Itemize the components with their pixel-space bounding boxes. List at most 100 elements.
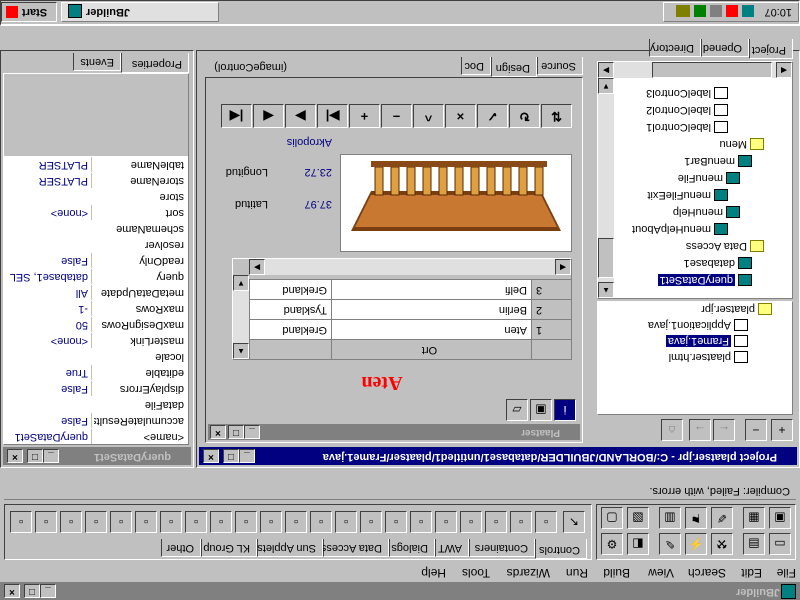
tree-item[interactable]: menuFileExit <box>647 188 728 202</box>
property-row[interactable]: True editable <box>8 363 188 380</box>
scroll-right-icon[interactable]: ▶ <box>249 259 265 275</box>
remove-file-icon[interactable]: − <box>745 419 767 441</box>
editor-tab-design[interactable]: Design <box>491 57 537 77</box>
tab-set-icon[interactable]: ▫ <box>160 511 182 533</box>
bean-icon[interactable]: ◧ <box>627 533 649 555</box>
info-icon[interactable]: i <box>554 399 576 421</box>
property-row[interactable]: False readOnly <box>8 251 188 268</box>
maximize-button[interactable]: □ <box>24 584 40 598</box>
text-area-icon[interactable]: ▫ <box>310 511 332 533</box>
grid-hscroll[interactable]: ◀ ▶ <box>249 259 571 275</box>
scroll-up-icon[interactable]: ▲ <box>598 282 614 298</box>
start-button[interactable]: Start <box>1 2 57 22</box>
grid-cell-country[interactable]: Grekland <box>249 319 331 339</box>
palette-tab-containers[interactable]: Containers <box>469 539 535 557</box>
inspector-close-button[interactable]: × <box>7 449 23 463</box>
locator-icon[interactable]: ▫ <box>260 511 282 533</box>
grid-vscroll[interactable]: ▲ ▼ <box>233 275 249 359</box>
property-value[interactable]: All <box>8 285 92 300</box>
nav-cancel-icon[interactable]: × <box>445 104 476 128</box>
nav-next-icon[interactable]: ▶ <box>285 104 316 128</box>
file-item[interactable]: Frame1.java <box>665 334 748 348</box>
transparent-image-icon[interactable]: ▫ <box>210 511 232 533</box>
tree-item[interactable]: labelControl2 <box>646 103 728 117</box>
property-value[interactable]: <none> <box>8 205 92 220</box>
scroll-down-icon[interactable]: ▼ <box>598 78 614 94</box>
pointer-icon[interactable]: ↖ <box>563 511 585 533</box>
pen-icon[interactable] <box>694 5 706 17</box>
property-row[interactable]: False accumulateResults <box>8 411 188 428</box>
property-value[interactable]: -1 <box>8 301 92 316</box>
tree-item[interactable]: menuBar1 <box>684 154 752 168</box>
compile-icon[interactable]: ⚑ <box>685 507 707 529</box>
property-row[interactable]: dataFile <box>12 395 188 412</box>
property-row[interactable]: -1 maxRows <box>8 299 188 316</box>
scroll-up-icon[interactable]: ▲ <box>233 343 249 359</box>
list-icon[interactable]: ▫ <box>435 511 457 533</box>
calendar-icon[interactable]: ▫ <box>10 511 32 533</box>
radio-icon[interactable]: ▫ <box>110 511 132 533</box>
inspector-tab-events[interactable]: Events <box>73 53 121 71</box>
scroll-left-icon[interactable]: ◀ <box>776 62 792 78</box>
project-tab-opened[interactable]: Opened <box>701 39 749 57</box>
project-maximize-button[interactable]: □ <box>223 449 239 463</box>
network-icon[interactable] <box>742 5 754 17</box>
property-row[interactable]: 50 maxDesignRows <box>8 315 188 332</box>
inspector-maximize-button[interactable]: □ <box>27 449 43 463</box>
palette-tab-dialogs[interactable]: Dialogs <box>389 539 435 557</box>
menu-help[interactable]: Help <box>421 564 446 582</box>
property-row[interactable]: schemaName <box>12 219 188 236</box>
label-icon[interactable]: ▫ <box>460 511 482 533</box>
binary-icon[interactable]: ▧ <box>627 507 649 529</box>
button-icon[interactable]: ▫ <box>535 511 557 533</box>
tree-hscroll[interactable]: ◀ ▶ <box>598 62 792 78</box>
grid-cell-city[interactable]: Delfi <box>331 279 531 299</box>
menu-view[interactable]: View <box>648 564 674 582</box>
text-field-icon[interactable]: ▫ <box>335 511 357 533</box>
hammer-icon[interactable]: ⚒ <box>711 533 733 555</box>
property-row[interactable]: database1, SEL query <box>8 267 188 284</box>
property-value[interactable]: False <box>8 253 92 268</box>
property-value[interactable]: PLATSER <box>8 173 92 188</box>
nav-delete-icon[interactable]: − <box>381 104 412 128</box>
scroll-down-icon[interactable]: ▼ <box>233 275 249 291</box>
debug-icon[interactable]: ✎ <box>659 533 681 555</box>
grid-header-ort[interactable]: Ort <box>331 339 531 359</box>
palette-tab-other[interactable]: Other <box>161 539 201 557</box>
open-file-icon[interactable]: ▤ <box>743 533 765 555</box>
property-row[interactable]: locale <box>12 347 188 364</box>
property-value[interactable]: <none> <box>8 333 92 348</box>
menu-wizards[interactable]: Wizards <box>507 564 550 582</box>
brush-icon[interactable]: ✐ <box>711 507 733 529</box>
project-tab-project[interactable]: Project <box>749 39 793 59</box>
tree-item[interactable]: menuFile <box>678 171 740 185</box>
scroll-left-icon[interactable]: ◀ <box>555 259 571 275</box>
choice-icon[interactable]: ▫ <box>485 511 507 533</box>
grid-header-land[interactable] <box>249 339 331 359</box>
menu-build[interactable]: Build <box>603 564 630 582</box>
menu-search[interactable]: Search <box>688 564 726 582</box>
tree-vscroll[interactable]: ▲ ▼ <box>598 78 614 298</box>
minimize-button[interactable]: _ <box>40 584 56 598</box>
tree-item[interactable]: Data Access <box>686 239 764 253</box>
printer-icon[interactable] <box>710 5 722 17</box>
nav-edit-icon[interactable]: ^ <box>413 104 444 128</box>
file-item[interactable]: plaatser.jpr <box>701 302 772 316</box>
menu-tools[interactable]: Tools <box>462 564 490 582</box>
tree-item[interactable]: database1 <box>684 256 752 270</box>
grid-cell-city[interactable]: Aten <box>331 319 531 339</box>
scrollbar-icon[interactable]: ▫ <box>285 511 307 533</box>
tree-item[interactable]: menuHelpAbout <box>632 222 728 236</box>
project-close-button[interactable]: × <box>203 449 219 463</box>
navigator-icon[interactable]: ▫ <box>35 511 57 533</box>
forward-icon[interactable]: → <box>689 419 711 441</box>
tree-icon[interactable]: ▫ <box>360 511 382 533</box>
menu-edit[interactable]: Edit <box>741 564 762 582</box>
property-row[interactable]: resolver <box>12 235 188 252</box>
menu-run[interactable]: Run <box>566 564 588 582</box>
grid-cell-city[interactable]: Berlin <box>331 299 531 319</box>
grid-icon[interactable]: ▫ <box>385 511 407 533</box>
project-tab-directory[interactable]: Directory <box>649 39 701 57</box>
back-icon[interactable]: ← <box>713 419 735 441</box>
bevel-panel-icon[interactable]: ▫ <box>185 511 207 533</box>
